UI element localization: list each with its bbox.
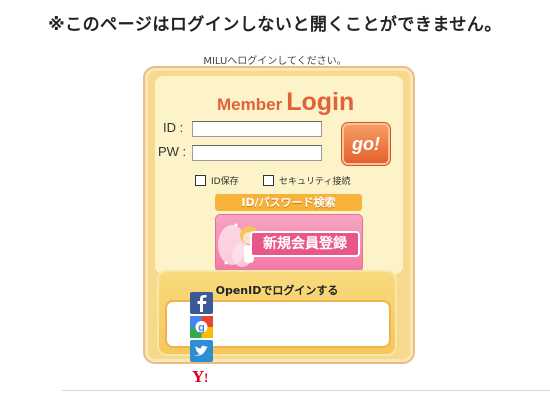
login-required-notice: ※このページはログインしないと開くことができません。 [48,15,502,35]
new-member-register-button[interactable]: 新規会員登録 [215,214,363,272]
checkbox-icon [263,175,274,186]
title-member: Member [217,95,283,114]
id-input[interactable] [192,121,322,137]
save-id-label: ID保存 [211,177,239,187]
security-connection-checkbox[interactable]: セキュリティ接続 [263,174,350,187]
svg-text:g: g [198,322,205,334]
id-label: ID : [163,120,184,135]
checkbox-icon [195,175,206,186]
svg-text:Y: Y [192,367,204,386]
login-panel: Member Login ID : PW : go! ID保存 セキュリティ接続 … [143,66,415,364]
login-form: Member Login ID : PW : go! ID保存 セキュリティ接続 … [155,76,403,274]
save-id-checkbox[interactable]: ID保存 [195,174,239,187]
security-connection-label: セキュリティ接続 [279,177,351,187]
yahoo-icon[interactable]: Y ! [190,364,213,386]
svg-text:!: ! [204,370,208,385]
register-label: 新規会員登録 [250,231,360,257]
title-login: Login [286,88,355,116]
pw-label: PW : [158,144,187,159]
id-password-search-button[interactable]: ID/パスワード検索 [215,194,362,211]
login-prompt: MILUへログインしてください。 [203,56,347,67]
footer-divider [62,390,550,391]
google-icon[interactable]: g [190,316,213,338]
go-button[interactable]: go! [341,122,391,166]
facebook-icon[interactable] [190,292,213,314]
password-input[interactable] [192,145,322,161]
twitter-icon[interactable] [190,340,213,362]
member-login-title: Member Login [217,88,354,117]
